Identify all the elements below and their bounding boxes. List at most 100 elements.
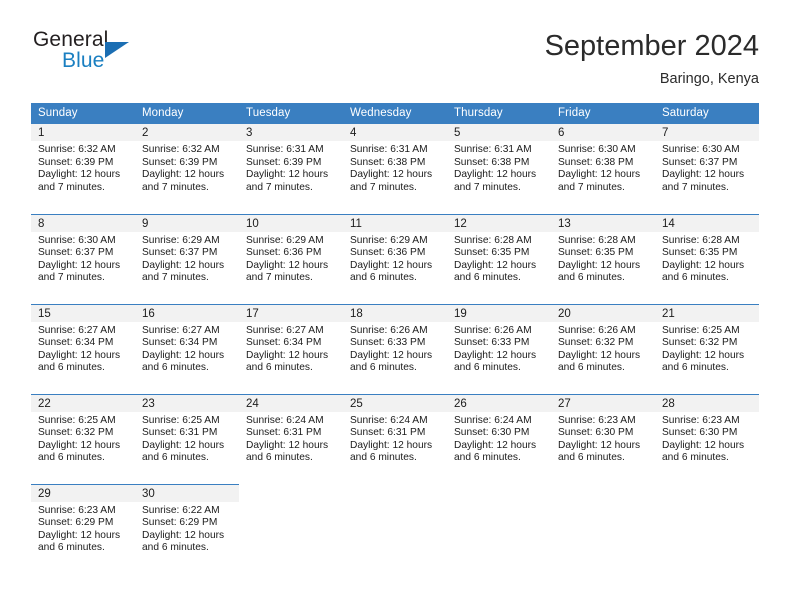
day-number: 1 [31,124,135,141]
calendar-day-cell[interactable]: 23 Sunrise: 6:25 AM Sunset: 6:31 PM Dayligh… [135,393,239,484]
sunrise-text: Sunrise: 6:28 AM [558,234,636,246]
page-title: September 2024 [544,30,759,62]
weekday-header-row: Sunday Monday Tuesday Wednesday Thursday… [31,103,759,124]
calendar-day-cell[interactable]: 11 Sunrise: 6:29 AM Sunset: 6:36 PM Dayligh… [343,213,447,304]
sunrise-text: Sunrise: 6:23 AM [38,504,116,516]
brand-logo[interactable]: General Blue [31,28,211,88]
sunrise-text: Sunrise: 6:29 AM [350,234,428,246]
sunset-text: Sunset: 6:35 PM [454,247,530,259]
day-details: Sunrise: 6:24 AM Sunset: 6:30 PM Daylight:… [447,412,551,465]
sunrise-text: Sunrise: 6:24 AM [454,414,532,426]
title-block: September 2024 Baringo, Kenya [545,28,759,89]
calendar-grid: Sunday Monday Tuesday Wednesday Thursday… [31,103,759,574]
sunrise-text: Sunrise: 6:30 AM [38,234,116,246]
day-number: 7 [655,124,759,141]
calendar-day-cell[interactable]: 16 Sunrise: 6:27 AM Sunset: 6:34 PM Dayligh… [135,303,239,394]
daylight-text: Daylight: 12 hours and 6 minutes. [142,349,225,374]
day-details: Sunrise: 6:29 AM Sunset: 6:36 PM Daylight:… [239,232,343,285]
daylight-text: Daylight: 12 hours and 7 minutes. [246,259,329,284]
calendar-day-cell[interactable]: 26 Sunrise: 6:24 AM Sunset: 6:30 PM Dayligh… [447,393,551,484]
sunset-text: Sunset: 6:30 PM [454,427,530,439]
calendar-day-cell[interactable]: 15 Sunrise: 6:27 AM Sunset: 6:34 PM Dayligh… [31,303,135,394]
sunrise-text: Sunrise: 6:24 AM [246,414,324,426]
weekday-header-wednesday: Wednesday [343,103,447,124]
calendar-day-cell[interactable]: 27 Sunrise: 6:23 AM Sunset: 6:30 PM Dayligh… [551,393,655,484]
day-details: Sunrise: 6:23 AM Sunset: 6:30 PM Daylight:… [551,412,655,465]
day-details: Sunrise: 6:23 AM Sunset: 6:29 PM Daylight:… [31,502,135,555]
day-details: Sunrise: 6:27 AM Sunset: 6:34 PM Daylight:… [31,322,135,375]
calendar-day-cell-empty [239,484,343,574]
sunset-text: Sunset: 6:34 PM [142,337,218,349]
sunset-text: Sunset: 6:32 PM [558,337,634,349]
day-number: 4 [343,124,447,141]
daylight-text: Daylight: 12 hours and 6 minutes. [558,349,641,374]
daylight-text: Daylight: 12 hours and 6 minutes. [558,439,641,464]
sunrise-text: Sunrise: 6:23 AM [558,414,636,426]
calendar-day-cell[interactable]: 12 Sunrise: 6:28 AM Sunset: 6:35 PM Dayligh… [447,213,551,304]
day-number: 21 [655,304,759,322]
calendar-day-cell[interactable]: 13 Sunrise: 6:28 AM Sunset: 6:35 PM Dayligh… [551,213,655,304]
sunrise-text: Sunrise: 6:23 AM [662,414,740,426]
calendar-day-cell[interactable]: 7 Sunrise: 6:30 AM Sunset: 6:37 PM Daylight… [655,124,759,214]
sunset-text: Sunset: 6:35 PM [558,247,634,259]
sunset-text: Sunset: 6:29 PM [38,517,114,529]
calendar-day-cell[interactable]: 24 Sunrise: 6:24 AM Sunset: 6:31 PM Dayligh… [239,393,343,484]
daylight-text: Daylight: 12 hours and 7 minutes. [38,259,121,284]
sunset-text: Sunset: 6:38 PM [350,156,426,168]
day-details: Sunrise: 6:31 AM Sunset: 6:39 PM Daylight:… [239,141,343,194]
day-number: 6 [551,124,655,141]
calendar-day-cell[interactable]: 10 Sunrise: 6:29 AM Sunset: 6:36 PM Dayligh… [239,213,343,304]
calendar-day-cell[interactable]: 25 Sunrise: 6:24 AM Sunset: 6:31 PM Dayligh… [343,393,447,484]
calendar-day-cell[interactable]: 30 Sunrise: 6:22 AM Sunset: 6:29 PM Dayligh… [135,483,239,574]
sunset-text: Sunset: 6:39 PM [246,156,322,168]
sunset-text: Sunset: 6:30 PM [662,427,738,439]
calendar-day-cell[interactable]: 19 Sunrise: 6:26 AM Sunset: 6:33 PM Dayligh… [447,303,551,394]
calendar-day-cell[interactable]: 21 Sunrise: 6:25 AM Sunset: 6:32 PM Dayligh… [655,303,759,394]
page-header: General Blue September 2024 Baringo, Ken… [31,28,759,94]
calendar-day-cell[interactable]: 22 Sunrise: 6:25 AM Sunset: 6:32 PM Dayligh… [31,393,135,484]
daylight-text: Daylight: 12 hours and 6 minutes. [350,439,433,464]
day-details: Sunrise: 6:28 AM Sunset: 6:35 PM Daylight:… [655,232,759,285]
sunrise-text: Sunrise: 6:25 AM [38,414,116,426]
sunrise-text: Sunrise: 6:25 AM [142,414,220,426]
daylight-text: Daylight: 12 hours and 7 minutes. [350,169,433,193]
sunset-text: Sunset: 6:31 PM [350,427,426,439]
daylight-text: Daylight: 12 hours and 6 minutes. [454,349,537,374]
day-details: Sunrise: 6:27 AM Sunset: 6:34 PM Daylight:… [135,322,239,375]
calendar-day-cell[interactable]: 3 Sunrise: 6:31 AM Sunset: 6:39 PM Daylight… [239,124,343,214]
calendar-day-cell[interactable]: 9 Sunrise: 6:29 AM Sunset: 6:37 PM Daylight… [135,213,239,304]
sunset-text: Sunset: 6:39 PM [142,156,218,168]
weekday-header-thursday: Thursday [447,103,551,124]
sunrise-text: Sunrise: 6:22 AM [142,504,220,516]
calendar-day-cell[interactable]: 1 Sunrise: 6:32 AM Sunset: 6:39 PM Daylight… [31,124,135,214]
calendar-week-row: 8 Sunrise: 6:30 AM Sunset: 6:37 PM Daylight… [31,213,759,304]
calendar-day-cell[interactable]: 2 Sunrise: 6:32 AM Sunset: 6:39 PM Daylight… [135,124,239,214]
calendar-day-cell[interactable]: 4 Sunrise: 6:31 AM Sunset: 6:38 PM Daylight… [343,124,447,214]
day-number: 2 [135,124,239,141]
day-details: Sunrise: 6:29 AM Sunset: 6:37 PM Daylight:… [135,232,239,285]
calendar-day-cell[interactable]: 8 Sunrise: 6:30 AM Sunset: 6:37 PM Daylight… [31,213,135,304]
calendar-day-cell[interactable]: 14 Sunrise: 6:28 AM Sunset: 6:35 PM Dayligh… [655,213,759,304]
sunset-text: Sunset: 6:38 PM [558,156,634,168]
calendar-day-cell[interactable]: 28 Sunrise: 6:23 AM Sunset: 6:30 PM Dayligh… [655,393,759,484]
sunset-text: Sunset: 6:35 PM [662,247,738,259]
calendar-day-cell[interactable]: 29 Sunrise: 6:23 AM Sunset: 6:29 PM Dayligh… [31,483,135,574]
daylight-text: Daylight: 12 hours and 7 minutes. [454,169,537,193]
day-details: Sunrise: 6:25 AM Sunset: 6:31 PM Daylight:… [135,412,239,465]
sunrise-text: Sunrise: 6:29 AM [246,234,324,246]
sunset-text: Sunset: 6:33 PM [350,337,426,349]
calendar-day-cell[interactable]: 6 Sunrise: 6:30 AM Sunset: 6:38 PM Daylight… [551,124,655,214]
calendar-day-cell[interactable]: 5 Sunrise: 6:31 AM Sunset: 6:38 PM Daylight… [447,124,551,214]
calendar-body: 1 Sunrise: 6:32 AM Sunset: 6:39 PM Daylight… [31,124,759,574]
calendar-day-cell-empty [655,484,759,574]
sunset-text: Sunset: 6:29 PM [142,517,218,529]
day-number: 5 [447,124,551,141]
calendar-day-cell[interactable]: 17 Sunrise: 6:27 AM Sunset: 6:34 PM Dayligh… [239,303,343,394]
day-number: 14 [655,214,759,232]
calendar-day-cell[interactable]: 20 Sunrise: 6:26 AM Sunset: 6:32 PM Dayligh… [551,303,655,394]
sunset-text: Sunset: 6:34 PM [246,337,322,349]
calendar-week-row: 15 Sunrise: 6:27 AM Sunset: 6:34 PM Dayligh… [31,303,759,394]
weekday-header-friday: Friday [551,103,655,124]
calendar-day-cell[interactable]: 18 Sunrise: 6:26 AM Sunset: 6:33 PM Dayligh… [343,303,447,394]
weekday-header-sunday: Sunday [31,103,135,124]
